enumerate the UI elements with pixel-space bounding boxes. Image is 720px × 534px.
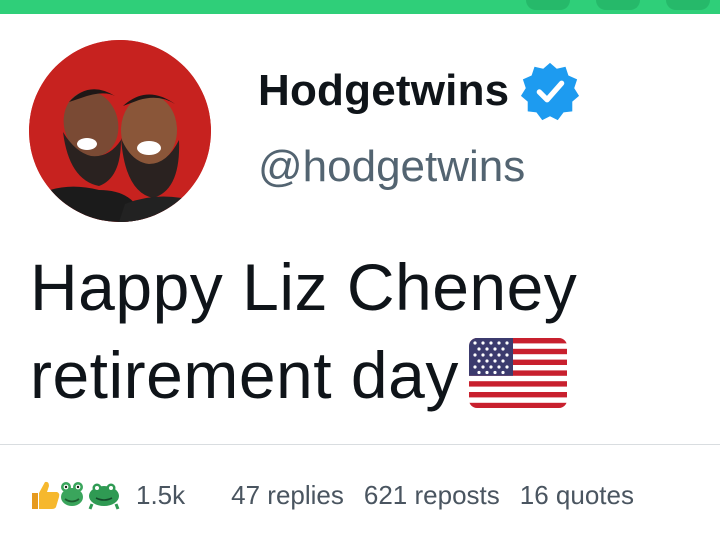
avatar[interactable] xyxy=(29,40,211,222)
profile-photo-icon xyxy=(29,40,211,222)
reactions[interactable] xyxy=(28,478,122,512)
reposts-count[interactable]: 621 reposts xyxy=(364,480,500,511)
tweet-text-line: retirement day xyxy=(30,338,459,412)
top-bar-control[interactable] xyxy=(666,0,710,10)
frog-icon xyxy=(61,482,83,506)
tweet-text-line: Happy Liz Cheney xyxy=(30,250,578,324)
us-flag-icon xyxy=(468,338,567,408)
top-bar-control[interactable] xyxy=(596,0,640,10)
stats-row: 1.5k 47 replies 621 reposts 16 quotes xyxy=(28,475,654,515)
handle[interactable]: @hodgetwins xyxy=(258,142,525,192)
top-bar-shadow xyxy=(0,14,720,20)
quotes-count[interactable]: 16 quotes xyxy=(520,480,634,511)
top-bar-control[interactable] xyxy=(526,0,570,10)
replies-count[interactable]: 47 replies xyxy=(231,480,344,511)
verified-badge-icon xyxy=(521,62,580,121)
tweet-text: Happy Liz Cheney retirement day xyxy=(30,243,710,419)
frog-icon xyxy=(88,483,120,510)
name-row: Hodgetwins xyxy=(258,60,581,122)
tweet-text-line-with-emoji: retirement day xyxy=(30,331,710,419)
reaction-count[interactable]: 1.5k xyxy=(136,480,185,511)
display-name[interactable]: Hodgetwins xyxy=(258,66,509,116)
divider xyxy=(0,444,720,445)
top-bar-controls xyxy=(526,0,710,14)
